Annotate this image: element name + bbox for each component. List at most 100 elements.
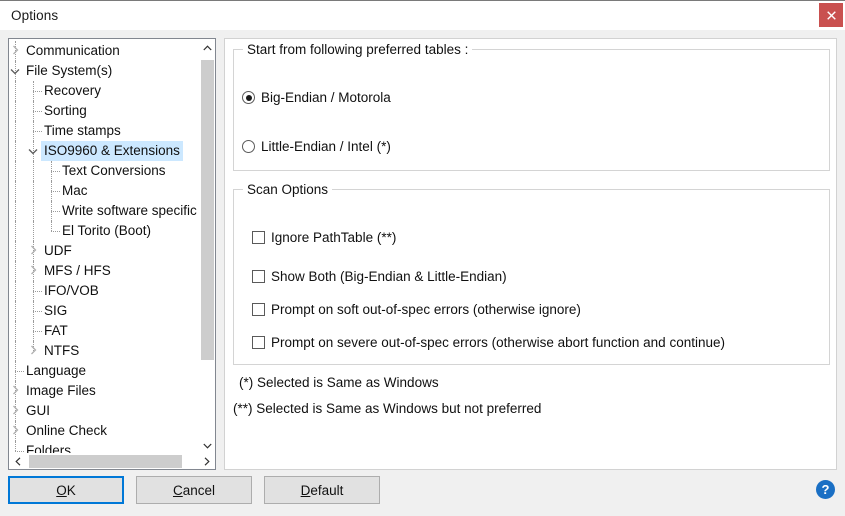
footnote-single-asterisk: (*) Selected is Same as Windows: [239, 375, 439, 390]
tree-collapse-icon[interactable]: [26, 141, 40, 161]
tree-item-gui[interactable]: GUI: [9, 401, 202, 421]
scroll-left-button[interactable]: [9, 454, 26, 469]
tree-item-label: FAT: [44, 323, 68, 338]
dialog-footer: OK Cancel Default ?: [0, 476, 845, 516]
chevron-up-icon: [203, 44, 212, 50]
tree-guide-line: [51, 221, 53, 231]
tree-item-write-software-specific[interactable]: Write software specific: [9, 201, 202, 221]
tree-guide-line: [15, 81, 17, 101]
checkbox-mark[interactable]: [252, 270, 265, 283]
tree-item-label: IFO/VOB: [44, 283, 99, 298]
checkbox-show-both[interactable]: Show Both (Big-Endian & Little-Endian): [252, 269, 507, 284]
tree-item-label: Text Conversions: [62, 163, 166, 178]
radio-option-big-endian[interactable]: Big-Endian / Motorola: [242, 90, 391, 105]
checkbox-prompt-soft-errors[interactable]: Prompt on soft out-of-spec errors (other…: [252, 302, 581, 317]
tree-guide-line: [15, 141, 17, 161]
tree-guide-line: [15, 121, 17, 141]
close-button[interactable]: [819, 3, 843, 27]
tree-expand-icon[interactable]: [9, 41, 22, 61]
tree-expand-icon[interactable]: [26, 261, 40, 281]
radio-option-label: Little-Endian / Intel (*): [261, 139, 391, 154]
scroll-down-button[interactable]: [200, 437, 215, 454]
cancel-mnemonic: C: [172, 482, 183, 498]
default-button-label: Default: [301, 483, 344, 498]
checkbox-mark[interactable]: [252, 231, 265, 244]
tree-item-label: Communication: [26, 43, 120, 58]
tree-expand-icon[interactable]: [26, 241, 40, 261]
tree-item-label: SIG: [44, 303, 68, 318]
tree-item-label: File System(s): [26, 63, 113, 78]
tree-guide-line: [15, 221, 17, 241]
tree-expand-icon[interactable]: [9, 381, 22, 401]
checkbox-prompt-severe-errors[interactable]: Prompt on severe out-of-spec errors (oth…: [252, 335, 725, 350]
scroll-right-button[interactable]: [198, 454, 215, 469]
tree-expand-icon[interactable]: [9, 421, 22, 441]
tree-item-ntfs[interactable]: NTFS: [9, 341, 202, 361]
tree-item-el-torito-boot[interactable]: El Torito (Boot): [9, 221, 202, 241]
help-button[interactable]: ?: [816, 480, 835, 499]
tree-expand-icon[interactable]: [9, 401, 22, 421]
vertical-scroll-track[interactable]: [200, 56, 215, 437]
radio-mark[interactable]: [242, 140, 255, 153]
scan-options-group: Scan Options Ignore PathTable (**) Show B…: [233, 182, 830, 365]
checkbox-mark[interactable]: [252, 336, 265, 349]
default-button[interactable]: Default: [264, 476, 380, 504]
cancel-button[interactable]: Cancel: [136, 476, 252, 504]
tree-vertical-scrollbar[interactable]: [199, 39, 215, 454]
tree-guide-line: [15, 321, 17, 341]
chevron-down-icon: [203, 443, 212, 449]
tree-expand-icon[interactable]: [26, 341, 40, 361]
tree-item-udf[interactable]: UDF: [9, 241, 202, 261]
tree-item-label: El Torito (Boot): [62, 223, 152, 238]
horizontal-scroll-track[interactable]: [26, 454, 198, 469]
tree-item-image-files[interactable]: Image Files: [9, 381, 202, 401]
scan-options-group-title: Scan Options: [243, 182, 333, 197]
tree-guide-line: [15, 441, 17, 451]
preferred-tables-group: Start from following preferred tables : …: [233, 42, 830, 171]
tree-item-label: UDF: [44, 243, 72, 258]
close-icon: [826, 10, 836, 20]
options-content-panel: Start from following preferred tables : …: [224, 38, 837, 470]
dialog-body: Communication File System(s) Recovery Sorti…: [0, 30, 845, 516]
tree-item-label: GUI: [26, 403, 51, 418]
ok-button-label: OK: [56, 483, 76, 498]
tree-item-label: Image Files: [26, 383, 96, 398]
tree-item-label: Online Check: [26, 423, 108, 438]
checkbox-mark[interactable]: [252, 303, 265, 316]
ok-button[interactable]: OK: [8, 476, 124, 504]
tree-item-text-conversions[interactable]: Text Conversions: [9, 161, 202, 181]
chevron-right-icon: [204, 457, 210, 466]
tree-item-recovery[interactable]: Recovery: [9, 81, 202, 101]
tree-item-communication[interactable]: Communication: [9, 41, 202, 61]
tree-guide-line: [15, 201, 17, 221]
ok-rest: K: [66, 482, 76, 498]
tree-item-sorting[interactable]: Sorting: [9, 101, 202, 121]
scroll-up-button[interactable]: [200, 39, 215, 56]
tree-guide-line: [15, 181, 17, 201]
tree-item-iso9960-extensions[interactable]: ISO9960 & Extensions: [9, 141, 202, 161]
vertical-scroll-thumb[interactable]: [201, 60, 214, 360]
footnote-double-asterisk: (**) Selected is Same as Windows but not…: [233, 401, 542, 416]
tree-item-mac[interactable]: Mac: [9, 181, 202, 201]
tree-item-time-stamps[interactable]: Time stamps: [9, 121, 202, 141]
help-icon: ?: [821, 482, 830, 497]
settings-tree-panel: Communication File System(s) Recovery Sorti…: [8, 38, 216, 470]
tree-item-online-check[interactable]: Online Check: [9, 421, 202, 441]
tree-horizontal-scrollbar[interactable]: [9, 453, 215, 469]
cancel-rest: ancel: [182, 482, 216, 498]
tree-item-sig[interactable]: SIG: [9, 301, 202, 321]
horizontal-scroll-thumb[interactable]: [29, 455, 182, 468]
tree-guide-line: [15, 341, 17, 361]
tree-item-fat[interactable]: FAT: [9, 321, 202, 341]
tree-item-file-system-s[interactable]: File System(s): [9, 61, 202, 81]
radio-mark[interactable]: [242, 91, 255, 104]
tree-item-language[interactable]: Language: [9, 361, 202, 381]
checkbox-ignore-pathtable[interactable]: Ignore PathTable (**): [252, 230, 396, 245]
tree-guide-line: [33, 201, 35, 221]
tree-item-mfs-hfs[interactable]: MFS / HFS: [9, 261, 202, 281]
radio-option-little-endian[interactable]: Little-Endian / Intel (*): [242, 139, 391, 154]
tree-guide-line: [15, 261, 17, 281]
tree-item-ifo-vob[interactable]: IFO/VOB: [9, 281, 202, 301]
default-mnemonic: D: [300, 482, 311, 498]
tree-collapse-icon[interactable]: [9, 61, 22, 81]
